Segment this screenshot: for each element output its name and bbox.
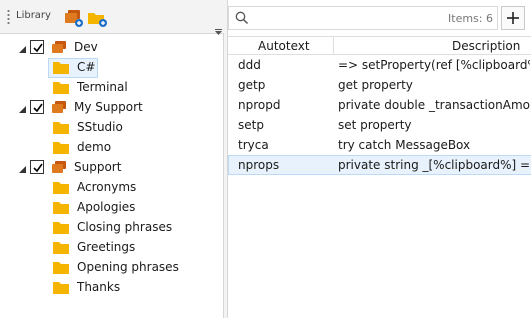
tree-label: Acronyms	[77, 180, 137, 194]
collapse-triangle-icon[interactable]	[18, 163, 27, 173]
tree-label: Support	[74, 160, 122, 174]
cell-autotext: tryca	[238, 138, 269, 152]
tree-label: Thanks	[77, 280, 121, 294]
cell-description: try catch MessageBox	[338, 138, 471, 152]
add-autotext-button[interactable]	[501, 6, 525, 30]
tree-label: Dev	[74, 40, 98, 54]
cell-description: private double _transactionAmoun	[338, 98, 530, 112]
column-header-autotext[interactable]: Autotext	[258, 39, 310, 53]
group-checkbox[interactable]	[30, 160, 44, 174]
folder-icon	[53, 121, 69, 134]
group-icon	[51, 161, 67, 174]
tree-folder-thanks[interactable]: Thanks	[0, 278, 223, 298]
column-divider[interactable]	[333, 37, 334, 55]
tree-label: Opening phrases	[77, 260, 179, 274]
table-row[interactable]: setp set property	[228, 115, 531, 135]
tree-folder-sstudio[interactable]: SStudio	[0, 118, 223, 138]
tree-folder-apologies[interactable]: Apologies	[0, 198, 223, 218]
tree-folder-csharp[interactable]: C#	[0, 58, 223, 78]
collapse-triangle-icon[interactable]	[18, 103, 27, 113]
folder-icon	[53, 181, 69, 194]
toolbar-grip-icon[interactable]	[7, 9, 10, 25]
table-row-selected[interactable]: nprops private string _[%clipboard%] = "…	[228, 155, 531, 175]
tree-label: Closing phrases	[77, 220, 173, 234]
tree-folder-terminal[interactable]: Terminal	[0, 78, 223, 98]
tree-label: SStudio	[77, 120, 123, 134]
tree-folder-closing-phrases[interactable]: Closing phrases	[0, 218, 223, 238]
search-icon	[235, 11, 249, 25]
search-box[interactable]: Items: 6	[228, 6, 498, 30]
new-folder-icon[interactable]	[86, 8, 108, 28]
tree-label: Greetings	[77, 240, 136, 254]
autotext-table: Autotext Description ddd => setProperty(…	[228, 36, 531, 175]
column-header-description[interactable]: Description	[452, 39, 520, 53]
group-checkbox[interactable]	[30, 100, 44, 114]
folder-icon	[53, 261, 69, 274]
collapse-triangle-icon[interactable]	[18, 43, 27, 53]
group-icon	[51, 101, 67, 114]
table-row[interactable]: tryca try catch MessageBox	[228, 135, 531, 155]
tree-label: demo	[77, 140, 112, 154]
library-tree: Dev C# Terminal My Support SStudio demo	[0, 38, 223, 298]
search-input[interactable]	[255, 9, 405, 27]
folder-icon	[53, 241, 69, 254]
folder-icon	[53, 141, 69, 154]
library-label: Library	[16, 10, 51, 21]
tree-label: C#	[77, 60, 96, 74]
cell-autotext: getp	[238, 78, 266, 92]
cell-autotext: npropd	[238, 98, 281, 112]
library-toolbar: Library	[0, 0, 224, 35]
tree-folder-demo[interactable]: demo	[0, 138, 223, 158]
tree-folder-opening-phrases[interactable]: Opening phrases	[0, 258, 223, 278]
tree-label: Apologies	[77, 200, 136, 214]
tree-folder-greetings[interactable]: Greetings	[0, 238, 223, 258]
cell-autotext: nprops	[238, 158, 280, 172]
table-row[interactable]: getp get property	[228, 75, 531, 95]
table-header: Autotext Description	[228, 36, 531, 55]
tree-label: Terminal	[77, 80, 128, 94]
cell-description: get property	[338, 78, 413, 92]
group-icon	[51, 41, 67, 54]
tree-group-my-support[interactable]: My Support	[0, 98, 223, 118]
group-checkbox[interactable]	[30, 40, 44, 54]
folder-icon	[53, 281, 69, 294]
table-row[interactable]: npropd private double _transactionAmoun	[228, 95, 531, 115]
folder-icon	[53, 61, 69, 74]
plus-icon	[507, 12, 519, 24]
table-row[interactable]: ddd => setProperty(ref [%clipboard%],	[228, 55, 531, 75]
cell-description: private string _[%clipboard%] = "";	[338, 158, 530, 172]
folder-icon	[53, 201, 69, 214]
toolbar-overflow-icon[interactable]	[215, 24, 222, 35]
cell-autotext: setp	[238, 118, 264, 132]
folder-icon	[53, 81, 69, 94]
items-count: Items: 6	[448, 12, 493, 25]
cell-autotext: ddd	[238, 58, 261, 72]
tree-group-dev[interactable]: Dev	[0, 38, 223, 58]
tree-label: My Support	[74, 100, 143, 114]
cell-description: => setProperty(ref [%clipboard%],	[338, 58, 530, 72]
autotext-pane: Items: 6 Autotext Description ddd => set…	[227, 0, 531, 318]
folder-icon	[53, 221, 69, 234]
new-group-icon[interactable]	[62, 8, 84, 28]
tree-folder-acronyms[interactable]: Acronyms	[0, 178, 223, 198]
library-pane: Library Dev C# Terminal My Support SStud…	[0, 0, 224, 318]
cell-description: set property	[338, 118, 412, 132]
tree-group-support[interactable]: Support	[0, 158, 223, 178]
